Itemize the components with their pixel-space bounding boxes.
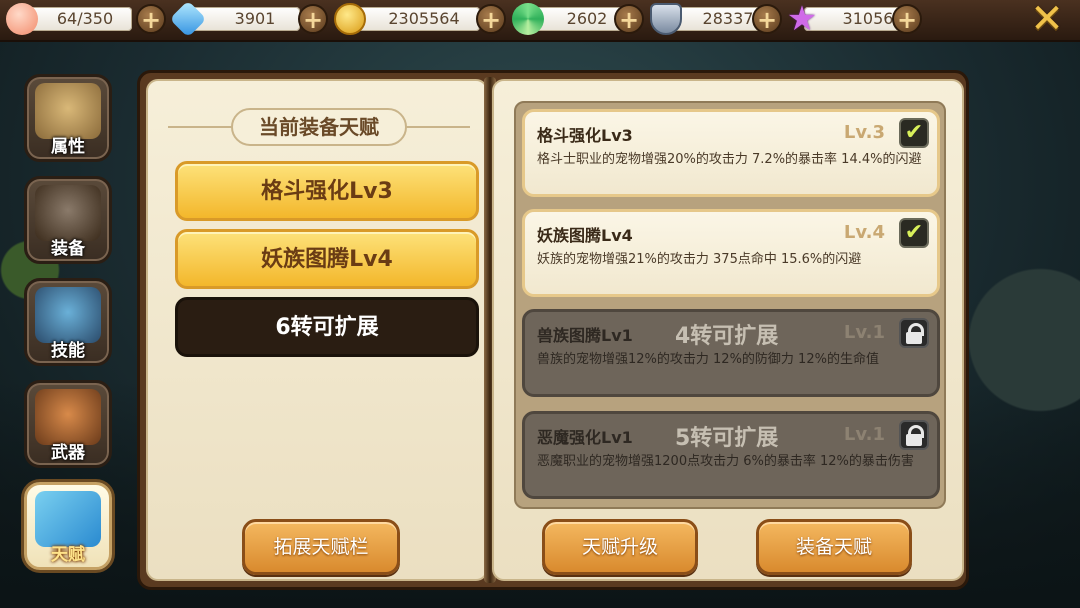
talent-chart-icon <box>35 491 101 547</box>
talent-level: Lv.4 <box>843 222 885 243</box>
equip-talent-button[interactable]: 装备天赋 <box>756 519 912 575</box>
add-gold-button[interactable]: + <box>476 4 506 34</box>
talent-name: 妖族图腾Lv4 <box>537 226 633 245</box>
expand-talent-slot-button[interactable]: 拓展天赋栏 <box>242 519 400 575</box>
talent-level: Lv.1 <box>843 424 885 445</box>
talent-description: 兽族的宠物增强12%的攻击力 12%的防御力 12%的生命值 <box>537 352 879 367</box>
talent-list-page: 格斗强化Lv3 Lv.3 ✔ 格斗士职业的宠物增强20%的攻击力 7.2%的暴击… <box>492 79 964 581</box>
resource-value: 3901 <box>234 9 276 28</box>
tab-label: 技能 <box>51 341 85 361</box>
tab-weapons[interactable]: 武器 <box>24 380 112 468</box>
resource-value: 64/350 <box>56 9 114 28</box>
scroll-icon <box>35 83 101 139</box>
lock-icon <box>899 420 929 450</box>
resource-value: 2602 <box>566 9 608 28</box>
resource-pet-food: 64/350 <box>0 3 140 35</box>
tab-skills[interactable]: 技能 <box>24 278 112 366</box>
shield-badge-icon <box>650 3 682 35</box>
lock-icon <box>899 318 929 348</box>
tab-label: 天赋 <box>51 545 85 565</box>
skill-book-icon <box>35 287 101 343</box>
talent-level: Lv.3 <box>843 122 885 143</box>
resource-honor: 28337 <box>648 3 768 35</box>
talent-card[interactable]: 恶魔强化Lv1 5转可扩展 Lv.1 恶魔职业的宠物增强1200点攻击力 6%的… <box>522 411 940 499</box>
close-x-icon[interactable]: ✕ <box>1028 0 1066 39</box>
quiver-icon <box>35 389 101 445</box>
resource-candy: 2602 <box>510 3 624 35</box>
lollipop-icon <box>512 3 544 35</box>
unlock-hint: 4转可扩展 <box>675 324 779 349</box>
unlock-hint: 5转可扩展 <box>675 426 779 451</box>
checkmark-icon[interactable]: ✔ <box>899 118 929 148</box>
purple-star-icon: ★ <box>786 0 818 39</box>
add-pet-food-button[interactable]: + <box>136 4 166 34</box>
talent-card[interactable]: 妖族图腾Lv4 Lv.4 ✔ 妖族的宠物增强21%的攻击力 375点命中 15.… <box>522 209 940 297</box>
resource-gold: 2305564 <box>332 3 480 35</box>
talent-level: Lv.1 <box>843 322 885 343</box>
peach-icon <box>6 3 38 35</box>
resource-bar: 64/350 + 3901 + 2305564 + 2602 + 28337 + <box>0 0 1080 42</box>
coin-icon <box>334 3 366 35</box>
locked-slot-3[interactable]: 6转可扩展 <box>175 297 479 357</box>
talent-card[interactable]: 兽族图腾Lv1 4转可扩展 Lv.1 兽族的宠物增强12%的攻击力 12%的防御… <box>522 309 940 397</box>
tab-label: 装备 <box>51 239 85 259</box>
upgrade-talent-button[interactable]: 天赋升级 <box>542 519 698 575</box>
add-star-button[interactable]: + <box>892 4 922 34</box>
tab-label: 属性 <box>51 137 85 157</box>
add-diamond-button[interactable]: + <box>298 4 328 34</box>
talent-description: 恶魔职业的宠物增强1200点攻击力 6%的暴击率 12%的暴击伤害 <box>537 454 914 469</box>
page-title: 当前装备天赋 <box>231 108 407 146</box>
resource-value: 2305564 <box>388 9 460 28</box>
tab-label: 武器 <box>51 443 85 463</box>
equipped-slot-1[interactable]: 格斗强化Lv3 <box>175 161 479 221</box>
talent-card[interactable]: 格斗强化Lv3 Lv.3 ✔ 格斗士职业的宠物增强20%的攻击力 7.2%的暴击… <box>522 109 940 197</box>
tab-attributes[interactable]: 属性 <box>24 74 112 162</box>
talent-book-panel: 当前装备天赋 格斗强化Lv3 妖族图腾Lv4 6转可扩展 拓展天赋栏 格斗强化L… <box>137 70 969 590</box>
talent-name: 兽族图腾Lv1 <box>537 326 633 345</box>
talent-name: 格斗强化Lv3 <box>537 126 633 145</box>
talent-description: 妖族的宠物增强21%的攻击力 375点命中 15.6%的闪避 <box>537 252 862 267</box>
add-honor-button[interactable]: + <box>752 4 782 34</box>
helmet-icon <box>35 185 101 241</box>
resource-diamond: 3901 <box>169 0 300 38</box>
equipped-talents-page: 当前装备天赋 格斗强化Lv3 妖族图腾Lv4 6转可扩展 拓展天赋栏 <box>146 79 488 581</box>
equipped-slot-2[interactable]: 妖族图腾Lv4 <box>175 229 479 289</box>
tab-talents[interactable]: 天赋 <box>24 482 112 570</box>
diamond-icon <box>169 0 207 38</box>
tab-equipment[interactable]: 装备 <box>24 176 112 264</box>
checkmark-icon[interactable]: ✔ <box>899 218 929 248</box>
talent-name: 恶魔强化Lv1 <box>537 428 633 447</box>
talent-description: 格斗士职业的宠物增强20%的攻击力 7.2%的暴击率 14.4%的闪避 <box>537 152 922 167</box>
add-candy-button[interactable]: + <box>614 4 644 34</box>
talent-list[interactable]: 格斗强化Lv3 Lv.3 ✔ 格斗士职业的宠物增强20%的攻击力 7.2%的暴击… <box>514 101 946 509</box>
